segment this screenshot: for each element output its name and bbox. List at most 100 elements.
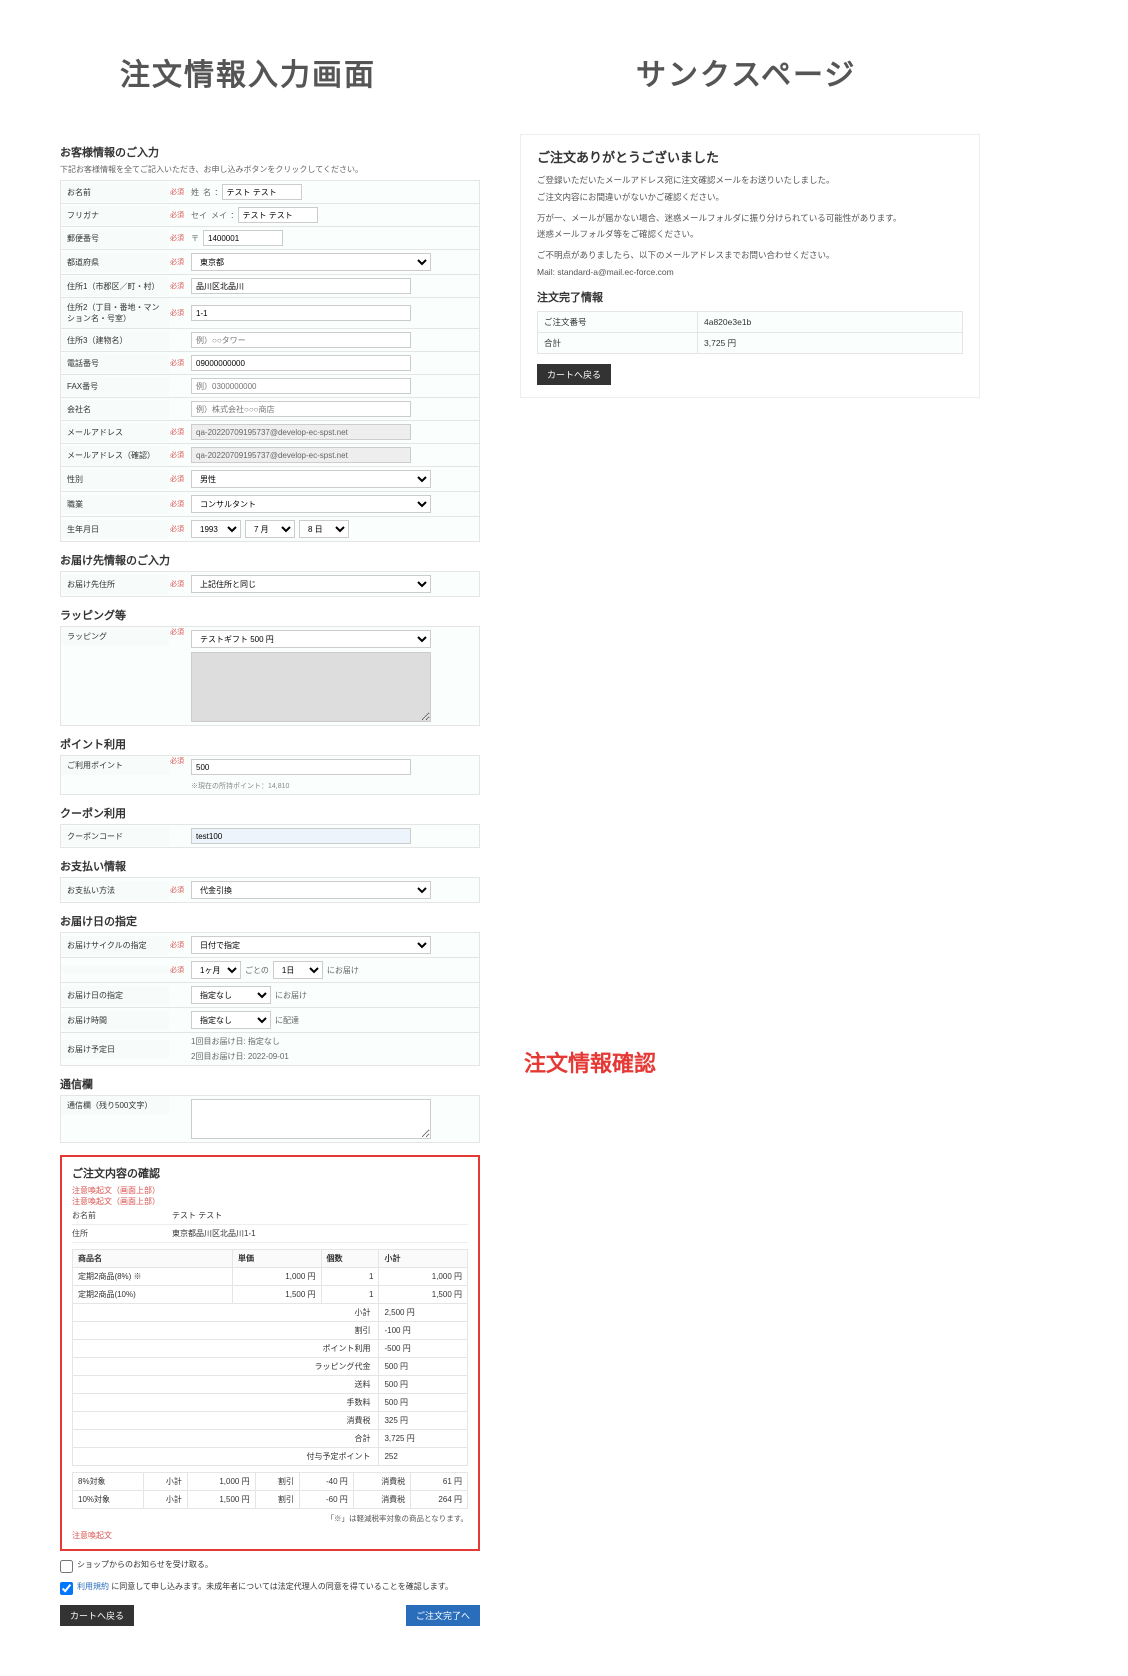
cycle-day-select[interactable]: 1日 [273, 961, 323, 979]
required-badge: 必須 [169, 450, 185, 460]
label-addr1: 住所1（市郡区／町・村） [61, 277, 169, 296]
thanks-subtitle: 注文完了情報 [537, 289, 963, 305]
thanks-title: ご注文ありがとうございました [537, 147, 963, 166]
th-qty: 個数 [321, 1250, 379, 1268]
table-row: 定期2商品(10%)1,500 円11,500 円 [73, 1286, 468, 1304]
order-no-value: 4a820e3e1b [698, 311, 963, 332]
sei-kana-prefix: セイ [191, 210, 207, 221]
company-input[interactable] [191, 401, 411, 417]
deliv-time-select[interactable]: 指定なし [191, 1011, 271, 1029]
section-point: ポイント利用 [60, 736, 480, 752]
label-deliv-plan: お届け予定日 [61, 1040, 169, 1059]
deliv-plan-2: 2回目お届け日: 2022-09-01 [191, 1051, 289, 1062]
required-badge: 必須 [169, 308, 185, 318]
order-no-label: ご注文番号 [538, 311, 698, 332]
coupon-input[interactable] [191, 828, 411, 844]
agree-checkbox[interactable] [60, 1582, 73, 1595]
mei-prefix: 名 [203, 187, 211, 198]
terms-link[interactable]: 利用規約 [77, 1582, 109, 1591]
confirm-addr-value: 東京都品川区北品川1-1 [172, 1228, 468, 1239]
deliv-date-select[interactable]: 指定なし [191, 986, 271, 1004]
birth-month-select[interactable]: 7 月 [245, 520, 295, 538]
required-badge: 必須 [169, 885, 185, 895]
delivery-select[interactable]: 上記住所と同じ [191, 575, 431, 593]
wrapping-select[interactable]: テストギフト 500 円 [191, 630, 431, 648]
thanks-p1: ご登録いただいたメールアドレス宛に注文確認メールをお送りいたしました。 [537, 174, 963, 187]
job-select[interactable]: コンサルタント [191, 495, 431, 513]
label-name: お名前 [61, 183, 169, 202]
label-pref: 都道府県 [61, 253, 169, 272]
zip-input[interactable] [203, 230, 283, 246]
confirm-addr-label: 住所 [72, 1228, 172, 1239]
label-tel: 電話番号 [61, 354, 169, 373]
complete-order-button[interactable]: ご注文完了へ [406, 1605, 480, 1626]
total-value: 3,725 円 [698, 332, 963, 353]
order-items-table: 商品名 単価 個数 小計 定期2商品(8%) ※1,000 円11,000 円定… [72, 1249, 468, 1466]
thanks-p3: 万が一、メールが届かない場合、迷惑メールフォルダに振り分けられている可能性があり… [537, 212, 963, 225]
confirm-name-value: テスト テスト [172, 1210, 468, 1221]
required-badge: 必須 [169, 756, 185, 766]
email-confirm-input[interactable] [191, 447, 411, 463]
th-product: 商品名 [73, 1250, 233, 1268]
gender-select[interactable]: 男性 [191, 470, 431, 488]
thanks-p5: ご不明点がありましたら、以下のメールアドレスまでお問い合わせください。 [537, 249, 963, 262]
deliv-time-suffix: に配達 [275, 1015, 299, 1026]
required-badge: 必須 [169, 257, 185, 267]
required-badge: 必須 [169, 187, 185, 197]
section-wrapping: ラッピング等 [60, 607, 480, 623]
intro-note: 下記お客様情報を全てご記入いただき、お申し込みボタンをクリックしてください。 [60, 164, 480, 175]
required-badge: 必須 [169, 358, 185, 368]
summary-row: 消費税325 円 [73, 1412, 468, 1430]
cycle-month-select[interactable]: 1ヶ月 [191, 961, 241, 979]
summary-row: 小計2,500 円 [73, 1304, 468, 1322]
addr2-input[interactable] [191, 305, 411, 321]
memo-textarea[interactable] [191, 1099, 431, 1139]
label-cycle: お届けサイクルの指定 [61, 936, 169, 955]
summary-row: 付与予定ポイント252 [73, 1448, 468, 1466]
birth-day-select[interactable]: 8 日 [299, 520, 349, 538]
label-deliv-date: お届け日の指定 [61, 986, 169, 1005]
thanks-back-button[interactable]: カートへ戻る [537, 364, 611, 385]
th-subtotal: 小計 [379, 1250, 468, 1268]
kana-input[interactable] [238, 207, 318, 223]
tel-input[interactable] [191, 355, 411, 371]
label-wrapping: ラッピング [61, 627, 169, 646]
newsletter-checkbox[interactable] [60, 1560, 73, 1573]
thanks-p2: ご注文内容にお間違いがないかご確認ください。 [537, 191, 963, 204]
mei-kana-prefix: メイ [211, 210, 227, 221]
deliv-plan-1: 1回目お届け日: 指定なし [191, 1036, 280, 1047]
section-schedule: お届け日の指定 [60, 913, 480, 929]
tax-row: 10%対象小計1,500 円割引-60 円消費税264 円 [73, 1491, 468, 1509]
warn-top-2: 注意喚起文（画面上部） [72, 1196, 468, 1207]
required-badge: 必須 [169, 579, 185, 589]
label-addr2: 住所2（丁目・番地・マンション名・号室） [61, 298, 169, 328]
birth-year-select[interactable]: 1993 [191, 520, 241, 538]
deliv-date-suffix: にお届け [275, 990, 307, 1001]
warn-top-1: 注意喚起文（画面上部） [72, 1185, 468, 1196]
total-label: 合計 [538, 332, 698, 353]
required-badge: 必須 [169, 499, 185, 509]
wrapping-textarea[interactable] [191, 652, 431, 722]
label-point: ご利用ポイント [61, 756, 169, 775]
back-to-cart-button[interactable]: カートへ戻る [60, 1605, 134, 1626]
label-zip: 郵便番号 [61, 229, 169, 248]
tax-row: 8%対象小計1,000 円割引-40 円消費税61 円 [73, 1473, 468, 1491]
label-job: 職業 [61, 495, 169, 514]
label-memo: 通信欄（残り500文字） [61, 1096, 169, 1115]
label-coupon: クーポンコード [61, 827, 169, 846]
name-input[interactable] [222, 184, 302, 200]
label-deliv-time: お届け時間 [61, 1011, 169, 1030]
addr1-input[interactable] [191, 278, 411, 294]
addr3-input[interactable] [191, 332, 411, 348]
fax-input[interactable] [191, 378, 411, 394]
cycle-select[interactable]: 日付で指定 [191, 936, 431, 954]
point-input[interactable] [191, 759, 411, 775]
pref-select[interactable]: 東京都 [191, 253, 431, 271]
required-badge: 必須 [169, 940, 185, 950]
th-price: 単価 [233, 1250, 322, 1268]
cycle-suffix: にお届け [327, 965, 359, 976]
thanks-table: ご注文番号4a820e3e1b 合計3,725 円 [537, 311, 963, 354]
email-input[interactable] [191, 424, 411, 440]
payment-select[interactable]: 代金引換 [191, 881, 431, 899]
section-customer: お客様情報のご入力 [60, 144, 480, 160]
